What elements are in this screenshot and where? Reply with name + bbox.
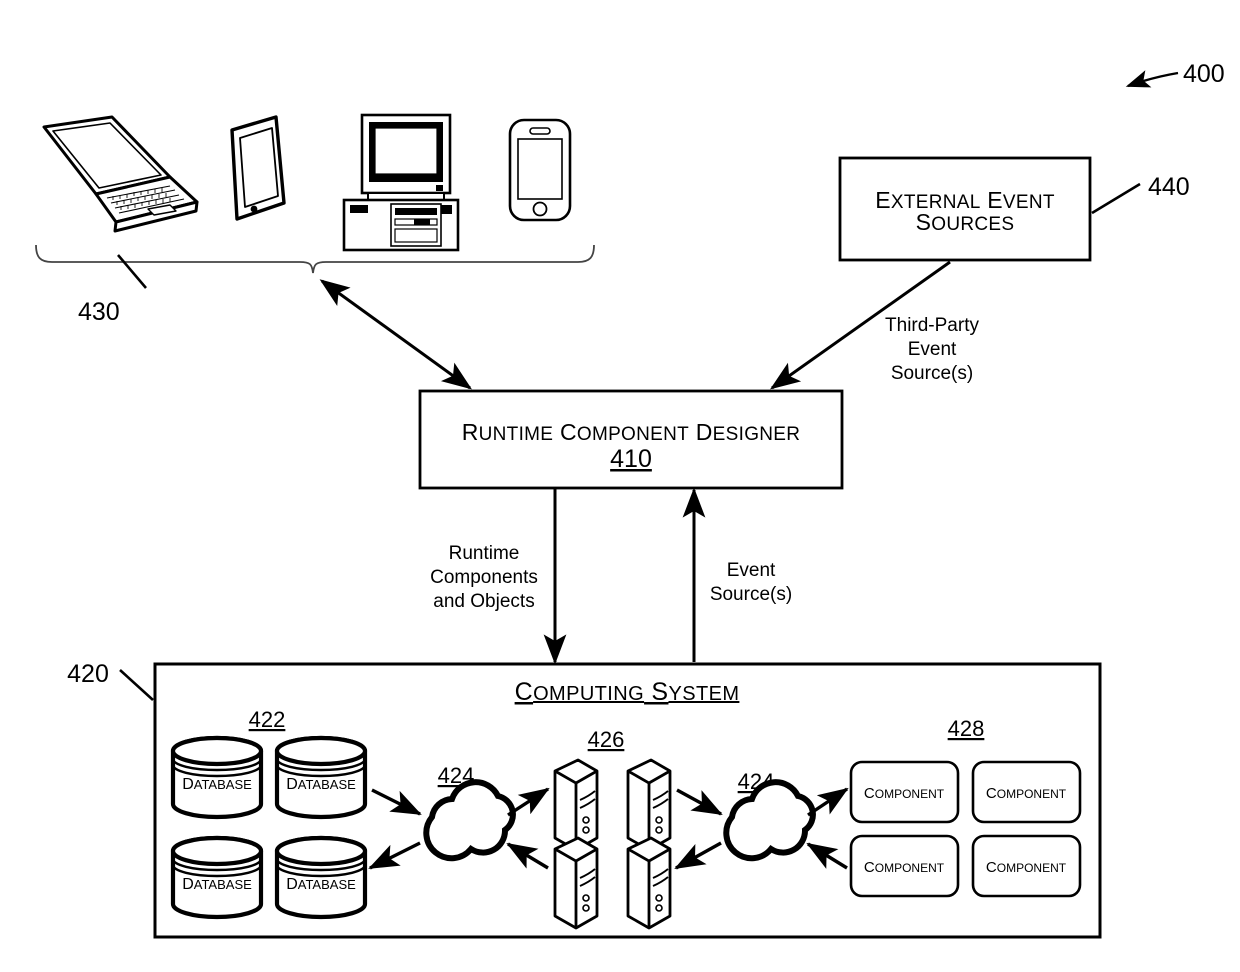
runtime-components-label-line3: and Objects bbox=[433, 591, 534, 612]
third-party-event-sources-label: Third-Party Event Source(s) bbox=[885, 315, 979, 384]
event-sources-label-line2: Source(s) bbox=[710, 584, 792, 605]
component-box: COMPONENT bbox=[849, 834, 960, 898]
runtime-components-label-line1: Runtime bbox=[449, 543, 520, 564]
database-label: DATABASE bbox=[286, 876, 356, 893]
laptop-icon bbox=[42, 115, 199, 233]
database-icon: DATABASE bbox=[274, 735, 368, 820]
component-label: COMPONENT bbox=[864, 785, 945, 802]
external-event-sources-box: EXTERNAL EVENT SOURCES External Event So… bbox=[838, 156, 1190, 262]
third-party-label-line2: Event bbox=[908, 339, 957, 360]
component-box: COMPONENT bbox=[971, 760, 1082, 824]
component-box: COMPONENT bbox=[849, 760, 960, 824]
runtime-components-objects-label: Runtime Components and Objects bbox=[430, 543, 538, 612]
reference-430-label: 430 bbox=[78, 298, 120, 326]
reference-426-label: 426 bbox=[588, 727, 625, 752]
component-label: COMPONENT bbox=[986, 859, 1067, 876]
figure-number-label: 400 bbox=[1183, 60, 1225, 88]
server-icon bbox=[626, 836, 672, 930]
component-label: COMPONENT bbox=[864, 859, 945, 876]
patent-figure-400: 400 430 EXTERNAL EVENT SOURCES 440 Third… bbox=[0, 0, 1240, 972]
tablet-icon bbox=[230, 115, 286, 221]
database-label: DATABASE bbox=[182, 876, 252, 893]
server-icon bbox=[626, 758, 672, 852]
reference-420-label: 420 bbox=[67, 660, 109, 688]
reference-410-label: 410 bbox=[610, 445, 652, 473]
server-icon bbox=[553, 836, 599, 930]
database-label: DATABASE bbox=[182, 776, 252, 793]
arrow-devices-designer bbox=[319, 279, 472, 390]
database-icon: DATABASE bbox=[170, 835, 264, 920]
desktop-computer-icon bbox=[342, 113, 460, 252]
database-icon: DATABASE bbox=[274, 835, 368, 920]
runtime-components-label-line2: Components bbox=[430, 567, 538, 588]
smartphone-icon bbox=[508, 118, 572, 222]
database-icon: DATABASE bbox=[170, 735, 264, 820]
event-sources-label: Event Source(s) bbox=[710, 560, 792, 605]
event-sources-label-line1: Event bbox=[727, 560, 776, 581]
figure-reference-400: 400 bbox=[1125, 60, 1225, 88]
component-label: COMPONENT bbox=[986, 785, 1067, 802]
component-box: COMPONENT bbox=[971, 834, 1082, 898]
computing-system-title: COMPUTING SYSTEM bbox=[515, 678, 740, 706]
reference-428-label: 428 bbox=[948, 716, 985, 741]
database-label: DATABASE bbox=[286, 776, 356, 793]
third-party-label-line3: Source(s) bbox=[891, 363, 973, 384]
client-devices-group: 430 bbox=[35, 113, 595, 326]
server-icon bbox=[553, 758, 599, 852]
third-party-label-line1: Third-Party bbox=[885, 315, 979, 336]
reference-422-label: 422 bbox=[249, 707, 286, 732]
reference-440-label: 440 bbox=[1148, 173, 1190, 201]
